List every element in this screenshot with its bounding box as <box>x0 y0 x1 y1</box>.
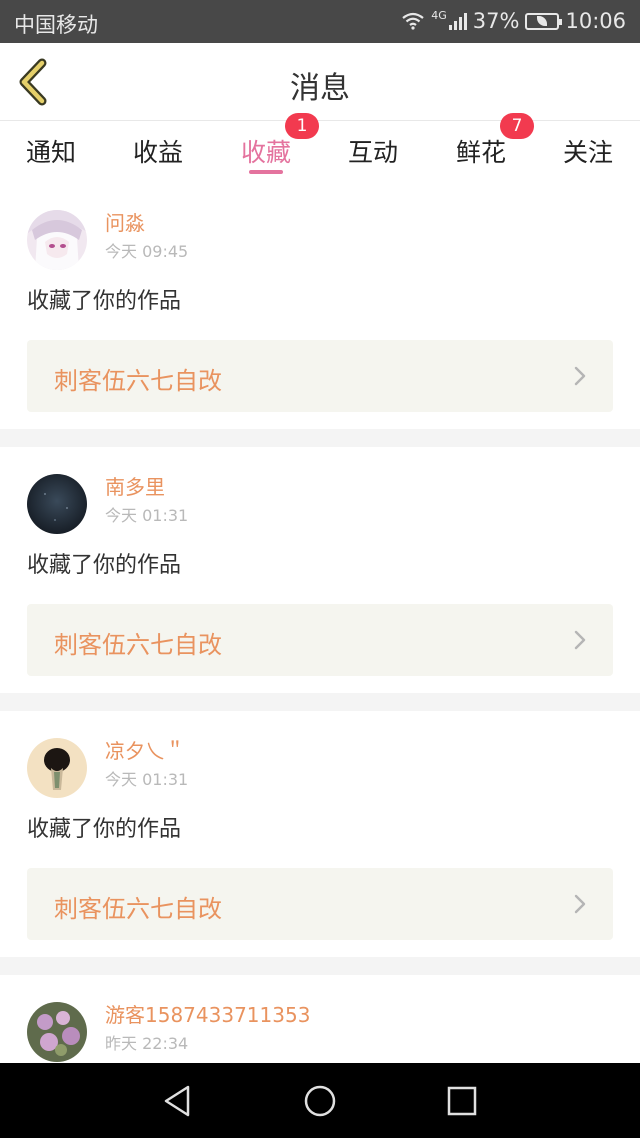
tab-notifications[interactable]: 通知 <box>26 133 76 169</box>
avatar[interactable] <box>27 210 87 270</box>
tab-favorites-badge: 1 <box>285 113 319 139</box>
tab-earnings[interactable]: 收益 <box>133 133 183 169</box>
status-bar: 中国移动 4G 37% 10:06 <box>0 0 640 43</box>
tab-bar: 通知 收益 收藏 互动 鲜花 关注 <box>0 121 640 183</box>
nav-back-icon[interactable] <box>160 1083 196 1119</box>
work-link[interactable]: 刺客伍六七自改 <box>27 340 613 412</box>
network-type-label: 4G <box>431 8 447 22</box>
action-text: 收藏了你的作品 <box>27 289 182 314</box>
message-card: 南多里 今天 01:31 收藏了你的作品 刺客伍六七自改 <box>0 447 640 693</box>
avatar[interactable] <box>27 474 87 534</box>
avatar[interactable] <box>27 738 87 798</box>
timestamp: 今天 01:31 <box>105 506 189 525</box>
username[interactable]: 游客1587433711353 <box>105 999 310 1028</box>
chevron-right-icon <box>574 894 586 914</box>
work-title: 刺客伍六七自改 <box>54 631 222 659</box>
work-title: 刺客伍六七自改 <box>54 367 222 395</box>
timestamp: 今天 01:31 <box>105 770 189 789</box>
carrier-label: 中国移动 <box>14 13 98 37</box>
message-card: 游客1587433711353 昨天 22:34 <box>0 975 640 1063</box>
tab-follows[interactable]: 关注 <box>563 133 613 169</box>
message-card: 问淼 今天 09:45 收藏了你的作品 刺客伍六七自改 <box>0 183 640 429</box>
message-card: 凉夕乀＂ 今天 01:31 收藏了你的作品 刺客伍六七自改 <box>0 711 640 957</box>
page-title: 消息 <box>290 71 350 106</box>
wifi-icon <box>402 12 424 30</box>
tab-favorites[interactable]: 收藏 <box>241 133 291 169</box>
nav-recents-icon[interactable] <box>444 1083 480 1119</box>
work-link[interactable]: 刺客伍六七自改 <box>27 868 613 940</box>
chevron-right-icon <box>574 630 586 650</box>
username[interactable]: 凉夕乀＂ <box>105 735 185 764</box>
username[interactable]: 南多里 <box>105 471 165 500</box>
work-link[interactable]: 刺客伍六七自改 <box>27 604 613 676</box>
tab-interactions[interactable]: 互动 <box>348 133 398 169</box>
clock: 10:06 <box>565 9 626 33</box>
system-nav-bar <box>0 1063 640 1138</box>
status-icons: 4G 37% 10:06 <box>401 9 626 33</box>
signal-icon <box>448 12 467 30</box>
app-header: 消息 <box>0 43 640 121</box>
nav-home-icon[interactable] <box>302 1083 338 1119</box>
chevron-right-icon <box>574 366 586 386</box>
username[interactable]: 问淼 <box>105 207 145 236</box>
battery-percent: 37% <box>472 9 520 33</box>
work-title: 刺客伍六七自改 <box>54 895 222 923</box>
tab-flowers[interactable]: 鲜花 <box>456 133 506 169</box>
battery-icon <box>525 12 563 30</box>
action-text: 收藏了你的作品 <box>27 817 182 842</box>
tab-flowers-badge: 7 <box>500 113 534 139</box>
active-tab-indicator <box>249 170 283 174</box>
action-text: 收藏了你的作品 <box>27 553 182 578</box>
timestamp: 昨天 22:34 <box>105 1034 189 1053</box>
timestamp: 今天 09:45 <box>105 242 189 261</box>
avatar[interactable] <box>27 1002 87 1062</box>
